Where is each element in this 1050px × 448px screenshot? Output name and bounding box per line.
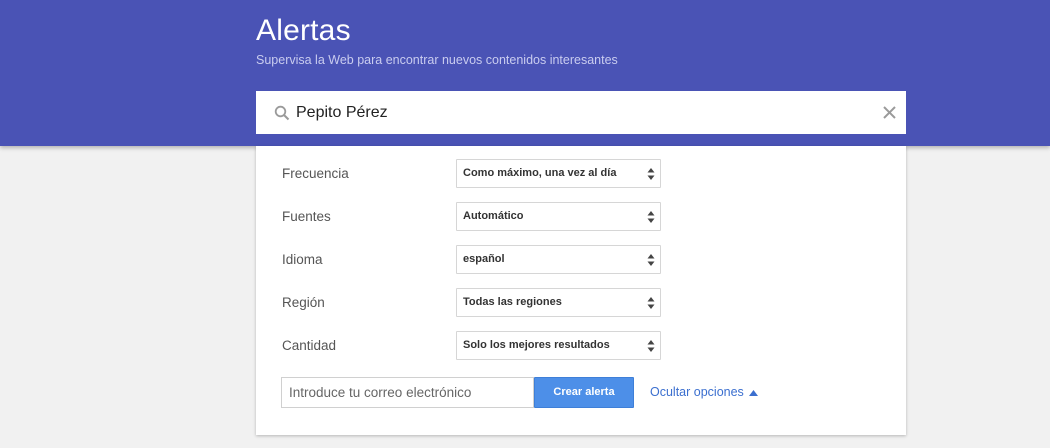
select-fuentes-value: Automático <box>463 210 524 222</box>
updown-arrows-icon <box>647 254 655 266</box>
email-placeholder: Introduce tu correo electrónico <box>289 385 472 400</box>
option-label-fuentes: Fuentes <box>282 209 331 224</box>
select-cantidad[interactable]: Solo los mejores resultados <box>456 331 661 360</box>
updown-arrows-icon <box>647 168 655 180</box>
close-icon[interactable] <box>881 104 898 121</box>
option-label-region: Región <box>282 295 325 310</box>
option-label-frecuencia: Frecuencia <box>282 166 349 181</box>
select-frecuencia[interactable]: Como máximo, una vez al día <box>456 159 661 188</box>
select-cantidad-value: Solo los mejores resultados <box>463 339 610 351</box>
select-region[interactable]: Todas las regiones <box>456 288 661 317</box>
caret-up-icon[interactable] <box>749 390 758 396</box>
hide-options-link[interactable]: Ocultar opciones <box>650 385 744 399</box>
updown-arrows-icon <box>647 211 655 223</box>
search-icon <box>274 105 290 121</box>
select-idioma[interactable]: español <box>456 245 661 274</box>
select-frecuencia-value: Como máximo, una vez al día <box>463 167 617 179</box>
option-label-idioma: Idioma <box>282 252 323 267</box>
updown-arrows-icon <box>647 340 655 352</box>
search-input[interactable]: Pepito Pérez <box>256 91 906 134</box>
alert-options-card: Frecuencia Como máximo, una vez al día F… <box>256 146 906 435</box>
page-subtitle: Supervisa la Web para encontrar nuevos c… <box>256 53 618 67</box>
select-fuentes[interactable]: Automático <box>456 202 661 231</box>
option-label-cantidad: Cantidad <box>282 338 337 353</box>
create-alert-button[interactable]: Crear alerta <box>534 377 634 408</box>
updown-arrows-icon <box>647 297 655 309</box>
search-value: Pepito Pérez <box>296 104 388 121</box>
select-region-value: Todas las regiones <box>463 296 562 308</box>
select-idioma-value: español <box>463 253 505 265</box>
page-title: Alertas <box>256 14 351 47</box>
header-banner: Alertas Supervisa la Web para encontrar … <box>0 0 1050 146</box>
email-field[interactable]: Introduce tu correo electrónico <box>281 377 534 408</box>
